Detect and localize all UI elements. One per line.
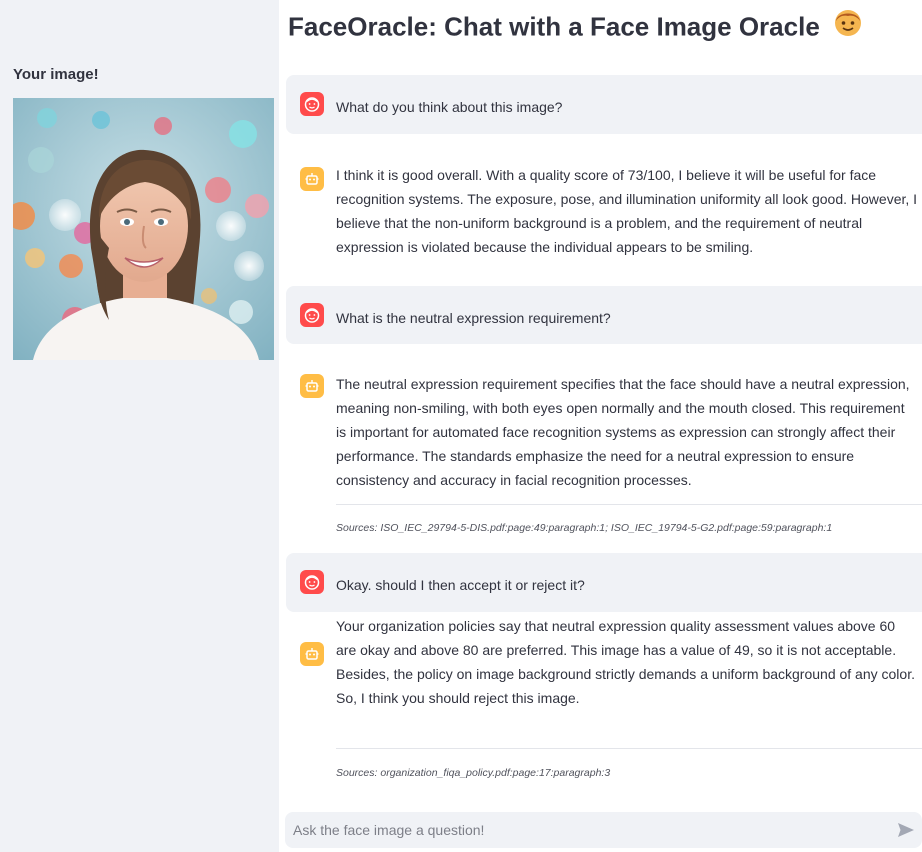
message-text: The neutral expression requirement speci… xyxy=(336,376,910,488)
robot-icon xyxy=(300,374,324,398)
message-text: What is the neutral expression requireme… xyxy=(336,310,611,326)
sources-divider xyxy=(336,748,922,749)
uploaded-face-image xyxy=(13,98,274,360)
message-sources: Sources: ISO_IEC_29794-5-DIS.pdf:page:49… xyxy=(336,522,833,534)
chat-message-user: Okay. should I then accept it or reject … xyxy=(286,553,922,612)
chat-input-container xyxy=(285,812,922,848)
user-face-icon xyxy=(300,303,324,327)
user-face-icon xyxy=(300,570,324,594)
chat-message-user: What is the neutral expression requireme… xyxy=(286,286,922,344)
chat-message-assistant: The neutral expression requirement speci… xyxy=(286,360,922,548)
chat-input[interactable] xyxy=(285,812,875,848)
send-arrow-icon[interactable] xyxy=(896,820,916,840)
message-sources: Sources: organization_fiqa_policy.pdf:pa… xyxy=(336,767,611,779)
page-title-text: FaceOracle: Chat with a Face Image Oracl… xyxy=(288,11,820,42)
sources-divider xyxy=(336,504,922,505)
sidebar-title: Your image! xyxy=(13,66,99,83)
child-face-emoji-icon xyxy=(833,7,863,44)
robot-icon xyxy=(300,167,324,191)
message-text: I think it is good overall. With a quali… xyxy=(336,167,918,255)
user-face-icon xyxy=(300,92,324,116)
chat-message-assistant: Your organization policies say that neut… xyxy=(286,618,922,798)
sidebar: Your image! xyxy=(0,0,279,852)
chat-message-user: What do you think about this image? xyxy=(286,75,922,134)
message-text: Your organization policies say that neut… xyxy=(336,618,915,706)
page-title: FaceOracle: Chat with a Face Image Oracl… xyxy=(288,10,863,47)
chat-message-assistant: I think it is good overall. With a quali… xyxy=(286,150,922,270)
message-text: What do you think about this image? xyxy=(336,99,563,115)
robot-icon xyxy=(300,642,324,666)
message-text: Okay. should I then accept it or reject … xyxy=(336,577,585,593)
